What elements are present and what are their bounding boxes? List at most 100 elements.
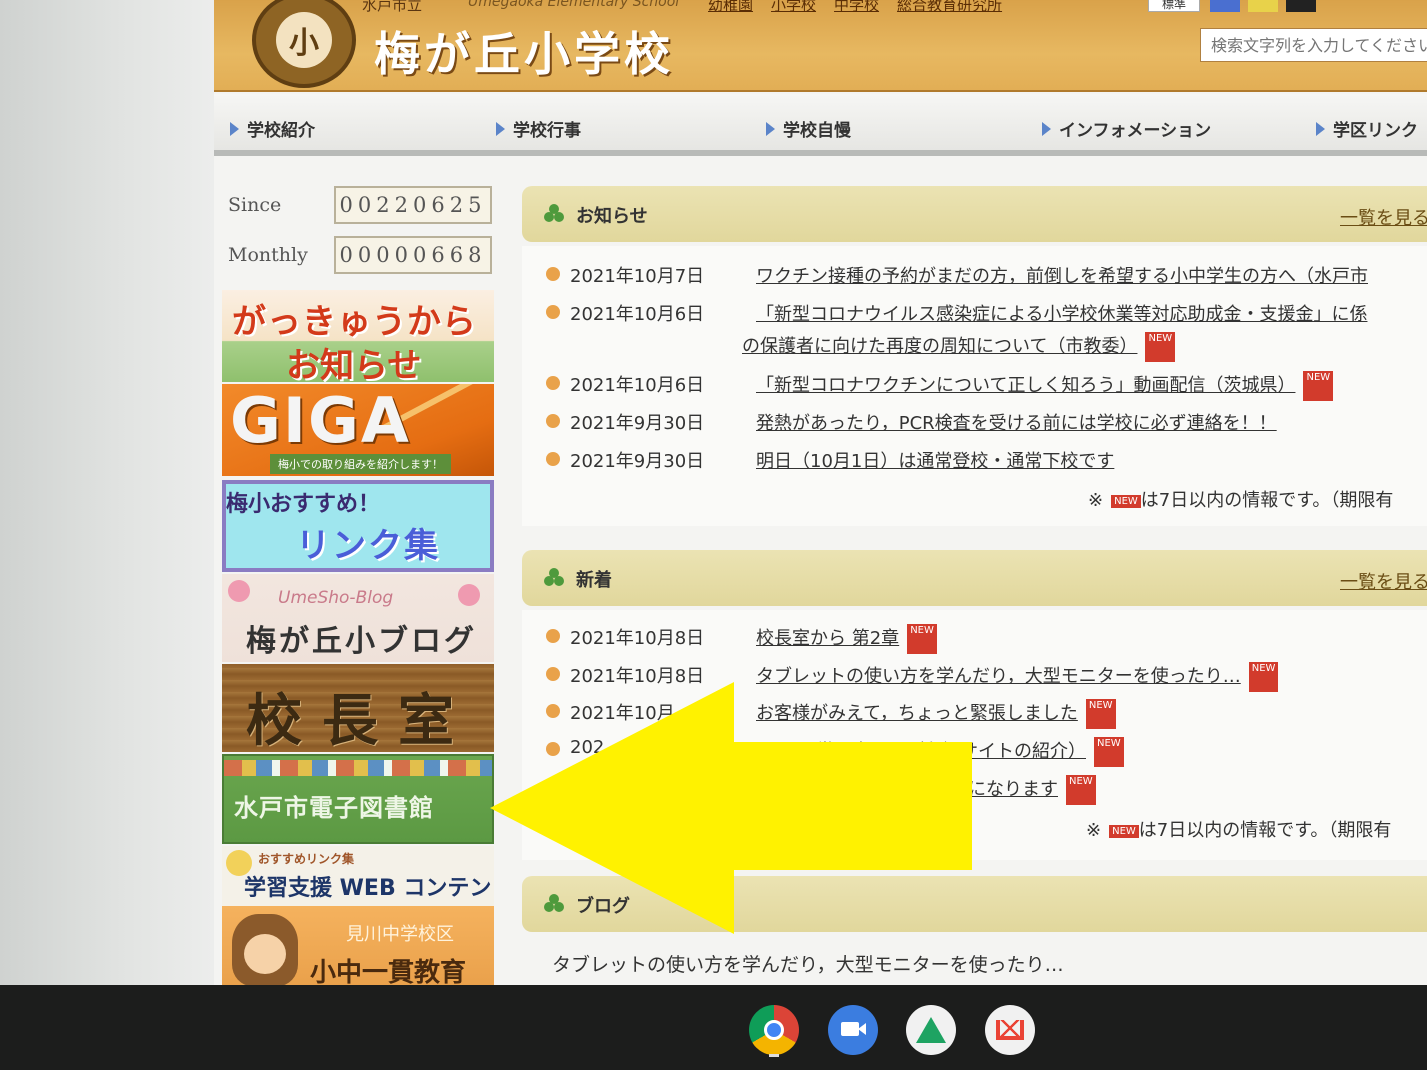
bullet-icon [546,376,560,390]
nav-information[interactable]: インフォメーション [1042,116,1211,141]
nav-school-intro[interactable]: 学校紹介 [230,116,315,141]
banner-integrated-education[interactable]: 見川中学校区 小中一貫教育 [222,906,494,985]
nav-label: インフォメーション [1059,121,1212,141]
list-item: 202 賞に寄せて（翻訳サイトの紹介） NEW [546,737,1124,767]
link-kindergarten[interactable]: 幼稚園 [708,0,753,15]
counter-since-value: 00220625 [334,186,492,224]
link-junior-high[interactable]: 中学校 [834,0,879,15]
os-shelf [0,985,1427,1070]
news-panel-header: お知らせ 一覧を見る [522,186,1427,242]
list-item: 2021年9月30日 発熱があったり，PCR検査を受ける前には学校に必ず連絡を！… [546,409,1277,439]
nav-district-links[interactable]: 学区リンク [1316,116,1418,141]
item-link[interactable]: 発熱があったり，PCR検査を受ける前には学校に必ず連絡を！！ [756,409,1277,439]
item-link[interactable]: 賞に寄せて（翻訳サイトの紹介） [816,737,1086,767]
latest-panel-body: 2021年10月8日 校長室から 第2章 NEW 2021年10月8日 タブレッ… [522,610,1427,860]
nav-arrow-icon [1316,121,1325,136]
banner-class-line2: お知らせ [286,346,422,382]
banner-blog-english: UmeSho-Blog [278,588,394,608]
banner-blog[interactable]: UmeSho-Blog 梅が丘小ブログ [222,574,494,662]
bullet-icon [546,305,560,319]
latest-more-link[interactable]: 一覧を見る [1340,568,1427,594]
page-title[interactable]: 梅が丘小学校 [374,18,674,84]
mascot-face [244,934,286,974]
blossom-icon [458,584,480,606]
link-elementary[interactable]: 小学校 [771,0,816,15]
meet-icon[interactable] [828,1005,878,1055]
list-item: 2021年10月 お客様がみえて，ちょっと緊張しました NEW [546,699,1116,729]
counter-monthly-label: Monthly [228,244,308,266]
font-size-standard-button[interactable]: 標準 [1148,0,1200,12]
banner-library-title: 水戸市電子図書館 [234,794,434,822]
item-link[interactable]: 「新型コロナウイルス感染症による小学校休業等対応助成金・支援金」に係 [756,300,1367,330]
bullet-icon [546,667,560,681]
nav-label: 学区リンク [1333,121,1418,141]
banner-link-line1: 梅小おすすめ！ [226,492,381,517]
nav-arrow-icon [230,121,239,136]
new-badge: NEW [1094,737,1124,767]
item-date: 202 [570,737,605,758]
list-item: 2021年9月30日 明日（10月1日）は通常登校・通常下校です [546,447,1114,477]
nav-arrow-icon [766,121,775,136]
new-badge: NEW [1248,662,1279,692]
emblem-char: 小 [276,12,332,68]
chrome-icon[interactable] [749,1005,799,1055]
gmail-icon[interactable] [985,1005,1035,1055]
link-education-center[interactable]: 総合教育研究所 [897,0,1002,15]
item-link[interactable]: 明日（10月1日）は通常登校・通常下校です [756,447,1114,477]
banner-class-news[interactable]: がっきゅうから お知らせ [222,290,494,382]
nav-school-events[interactable]: 学校行事 [496,116,581,141]
color-black-button[interactable] [1286,0,1316,12]
list-item: 2021年10月8日 校長室から 第2章 NEW [546,624,937,654]
news-more-link[interactable]: 一覧を見る [1340,204,1427,230]
clover-icon [544,894,564,914]
banner-study-support[interactable]: おすすめリンク集 学習支援 WEB コンテンツ [222,846,494,906]
list-item: 2021年10月8日 タブレットの使い方を学んだり，大型モニターを使ったり… N… [546,662,1279,692]
city-label: 水戸市立 [362,0,423,14]
item-date: 2021年10月8日 [570,666,705,687]
item-link[interactable]: タブレットの使い方を学んだり，大型モニターを使ったり… [756,662,1241,692]
school-emblem[interactable]: 小 [252,0,356,88]
color-blue-button[interactable] [1210,0,1240,12]
bullet-icon [546,267,560,281]
item-link[interactable]: になります [968,775,1058,805]
item-link[interactable]: 「新型コロナワクチンについて正しく知ろう」動画配信（茨城県） [756,371,1295,401]
chrome-center [764,1020,784,1040]
search-input[interactable] [1200,28,1427,62]
bullet-icon [546,742,560,756]
item-link[interactable]: ワクチン接種の予約がまだの方，前倒しを希望する小中学生の方へ（水戸市 [756,262,1368,292]
banner-principal-office[interactable]: 校長室 [222,664,494,752]
blog-entry-title[interactable]: タブレットの使い方を学んだり，大型モニターを使ったり… [552,950,1064,977]
bullet-icon [546,452,560,466]
item-link[interactable]: お客様がみえて，ちょっと緊張しました [756,699,1078,729]
bullet-icon [546,414,560,428]
nav-label: 学校紹介 [247,121,315,141]
banner-giga[interactable]: GIGA 梅小での取り組みを紹介します！ [222,384,494,476]
books-decoration [224,760,492,776]
list-item: 2021年10月6日 「新型コロナワクチンについて正しく知ろう」動画配信（茨城県… [546,371,1334,401]
item-date: 2021年9月30日 [570,451,705,472]
latest-panel-title: 新着 [576,570,612,591]
list-item-continuation: の保護者に向けた再度の周知について（市教委） NEW [742,332,1176,362]
item-link[interactable]: の保護者に向けた再度の周知について（市教委） [742,332,1137,362]
drive-icon[interactable] [906,1005,956,1055]
banner-study-subtitle: おすすめリンク集 [258,852,355,866]
blog-panel-title: ブログ [576,896,630,917]
banner-link-collection[interactable]: 梅小おすすめ！ リンク集 [222,480,494,572]
latest-panel-header: 新着 一覧を見る [522,550,1427,606]
running-indicator [769,1054,779,1057]
item-link[interactable]: 校長室から 第2章 [756,624,899,654]
nav-school-pride[interactable]: 学校自慢 [766,116,851,141]
list-item: になります NEW [968,775,1096,805]
banner-school-title: 小中一貫教育 [310,958,467,985]
browser-viewport: 小 水戸市立 Umegaoka Elementary School 梅が丘小学校… [214,0,1427,985]
new-badge: NEW [1085,699,1116,729]
item-date: 2021年10月 [570,703,675,724]
banner-digital-library[interactable]: 水戸市電子図書館 [222,754,494,844]
banner-study-title: 学習支援 WEB コンテンツ [244,876,492,901]
color-yellow-button[interactable] [1248,0,1278,12]
site-header: 小 水戸市立 Umegaoka Elementary School 梅が丘小学校… [214,0,1427,92]
bullet-icon [546,629,560,643]
new-badge: NEW [1303,371,1334,401]
clover-icon [544,204,564,224]
news-panel-title: お知らせ [576,206,648,227]
